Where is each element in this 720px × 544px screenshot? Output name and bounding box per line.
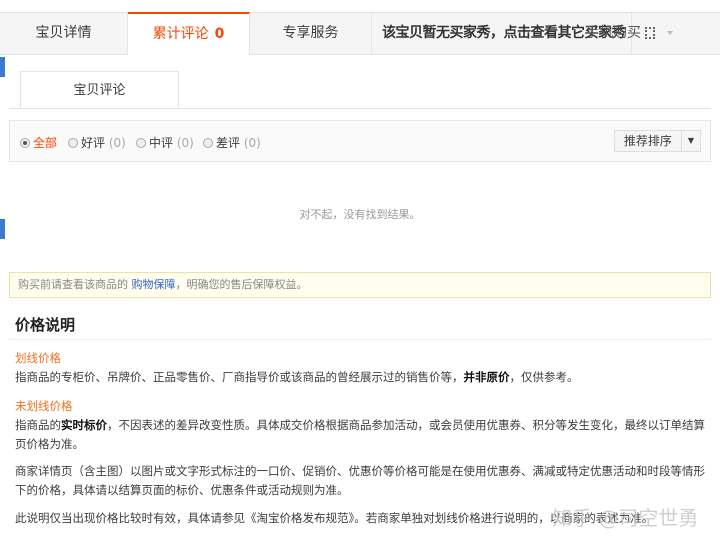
filter-bad[interactable]: 差评 (0) — [203, 134, 261, 151]
notice-text: 购买前请查看该商品的 — [18, 278, 132, 291]
review-filter-bar: 全部 好评 (0) 中评 (0) 差评 (0) 推荐排序 ▼ — [9, 120, 711, 162]
guarantee-link[interactable]: 购物保障 — [132, 278, 176, 291]
filter-count: (0) — [176, 136, 194, 150]
radio-checked-icon — [20, 138, 30, 148]
filter-count: (0) — [243, 136, 261, 150]
text: 指商品的 — [15, 418, 61, 432]
section-heading: 划线价格 — [15, 351, 61, 365]
sort-dropdown[interactable]: 推荐排序 ▼ — [613, 130, 701, 152]
price-title: 价格说明 — [15, 316, 76, 334]
text: 指商品的专柜价、吊牌价、正品零售价、厂商指导价或该商品的曾经展示过的销售价等， — [15, 370, 464, 384]
filter-label: 差评 — [216, 136, 241, 150]
tab-reviews[interactable]: 累计评论 0 — [128, 12, 250, 55]
filter-count: (0) — [108, 136, 126, 150]
guarantee-notice: 购买前请查看该商品的 购物保障，明确您的售后保障权益。 — [9, 272, 711, 298]
chevron-down-icon — [667, 31, 673, 38]
section-heading: 未划线价格 — [15, 399, 73, 413]
tab-item-detail[interactable]: 宝贝详情 — [0, 13, 128, 55]
mobile-buy-link[interactable]: 手机购买 — [585, 13, 641, 53]
review-count: 0 — [214, 26, 225, 42]
price-paragraph: 商家详情页（含主图）以图片或文字形式标注的一口价、促销价、优惠价等价格可能是在使… — [15, 464, 705, 497]
radio-icon — [68, 138, 78, 148]
tab-bar: 宝贝详情 累计评论 0 专享服务 该宝贝暂无买家秀，点击查看其它买家秀 手机购买 — [0, 12, 720, 55]
filter-label: 好评 — [81, 136, 106, 150]
filter-label: 全部 — [33, 136, 58, 150]
filter-good[interactable]: 好评 (0) — [68, 134, 126, 151]
divider — [9, 108, 711, 109]
side-marker — [0, 219, 5, 239]
text: ，仅供参考。 — [509, 370, 579, 384]
filter-all[interactable]: 全部 — [20, 134, 57, 151]
tab-reviews-label: 累计评论 — [152, 26, 209, 42]
bold-text: 并非原价 — [463, 370, 510, 384]
radio-icon — [136, 138, 146, 148]
text: ，不因表述的差异改变性质。具体成交价格根据商品参加活动，或会员使用优惠券、积分等… — [15, 418, 705, 451]
watermark: 知乎 @司空世勇 — [552, 506, 699, 530]
price-section-unstruck: 未划线价格 指商品的实时标价，不因表述的差异改变性质。具体成交价格根据商品参加活… — [15, 397, 715, 454]
filter-label: 中评 — [149, 136, 174, 150]
divider — [9, 339, 711, 340]
notice-text: ，明确您的售后保障权益。 — [175, 278, 308, 291]
price-section-struck: 划线价格 指商品的专柜价、吊牌价、正品零售价、厂商指导价或该商品的曾经展示过的销… — [15, 349, 715, 387]
chevron-down-icon[interactable]: ▼ — [680, 131, 700, 151]
sort-label: 推荐排序 — [623, 134, 672, 148]
filter-neutral[interactable]: 中评 (0) — [136, 134, 194, 151]
side-marker — [0, 57, 5, 77]
radio-icon — [203, 138, 213, 148]
empty-message: 对不起，没有找到结果。 — [299, 208, 421, 221]
tab-item-reviews[interactable]: 宝贝评论 — [20, 71, 179, 109]
qr-code-icon[interactable] — [645, 27, 655, 39]
bold-text: 实时标价 — [61, 418, 107, 432]
tab-service[interactable]: 专享服务 — [250, 13, 372, 55]
